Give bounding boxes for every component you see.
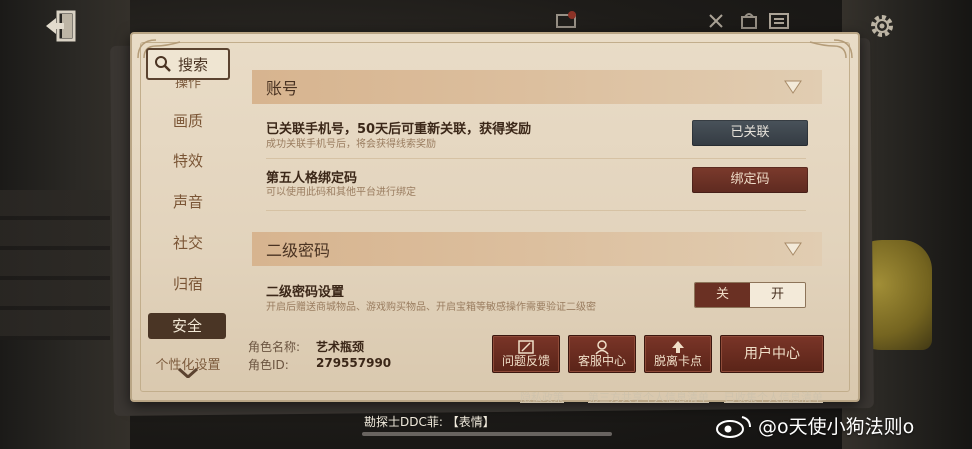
sidebar-item-sound[interactable]: 声音 bbox=[146, 189, 230, 215]
row-divider bbox=[266, 158, 806, 159]
chat-message[interactable]: 勘探士DDC菲: 【表情】 bbox=[364, 413, 495, 430]
exit-icon[interactable] bbox=[44, 8, 84, 46]
corner-ornament bbox=[809, 39, 853, 59]
secondary-password-toggle[interactable]: 关 开 bbox=[694, 282, 806, 308]
feedback-button[interactable]: 问题反馈 bbox=[492, 335, 560, 373]
close-icon[interactable] bbox=[705, 10, 727, 32]
section-title: 二级密码 bbox=[266, 241, 331, 260]
role-id-label: 角色ID: bbox=[248, 358, 289, 372]
search-button[interactable]: 搜索 bbox=[146, 48, 230, 80]
role-id-value: 279557990 bbox=[316, 356, 392, 370]
row-subtitle-bind-code: 可以使用此码和其他平台进行绑定 bbox=[266, 187, 416, 198]
sidebar-item-graphics[interactable]: 画质 bbox=[146, 108, 230, 134]
role-name-label: 角色名称: bbox=[248, 340, 301, 354]
watermark-text: @o天使小狗法则o bbox=[758, 416, 915, 438]
row-divider bbox=[266, 210, 806, 211]
section-header-secondary-password[interactable]: 二级密码 bbox=[252, 232, 822, 266]
toggle-on-option[interactable]: 开 bbox=[750, 283, 805, 307]
watermark: @o天使小狗法则o bbox=[714, 412, 914, 439]
gear-icon[interactable] bbox=[866, 10, 898, 42]
role-name-value: 艺术瓶颈 bbox=[316, 340, 365, 354]
chevron-down-icon[interactable] bbox=[176, 366, 200, 378]
sidebar-item-partial-top[interactable]: 操作 bbox=[146, 80, 230, 94]
user-center-button[interactable]: 用户中心 bbox=[720, 335, 824, 373]
search-label: 搜索 bbox=[178, 55, 209, 74]
chat-scroll-bar bbox=[362, 432, 612, 436]
bind-code-button[interactable]: 绑定码 bbox=[692, 167, 808, 193]
toggle-off-option[interactable]: 关 bbox=[695, 283, 750, 307]
menu-icon[interactable] bbox=[768, 10, 790, 32]
sidebar-item-effects[interactable]: 特效 bbox=[146, 148, 230, 174]
settings-sidebar: 搜索 操作 画质 特效 声音 社交 归宿 安全 个性化设置 bbox=[146, 48, 230, 378]
collapse-triangle-icon bbox=[784, 80, 802, 94]
linked-button[interactable]: 已关联 bbox=[692, 120, 808, 146]
sidebar-item-security[interactable]: 安全 bbox=[148, 313, 226, 339]
third-party-list-link[interactable]: 第三方共享个人信息清单 bbox=[588, 389, 709, 405]
settings-content: 账号 已关联手机号，50天后可重新关联，获得奖励 成功关联手机号后，将会获得线索… bbox=[252, 70, 822, 332]
shop-icon[interactable] bbox=[738, 10, 760, 32]
collapse-triangle-icon bbox=[784, 242, 802, 256]
weibo-logo-icon bbox=[716, 415, 751, 438]
row-subtitle-phone: 成功关联手机号后，将会获得线索奖励 bbox=[266, 139, 436, 150]
row-subtitle-secondary-password: 开启后赠送商城物品、游戏购买物品、开启宝箱等敏感操作需要验证二级密 bbox=[266, 302, 596, 313]
mail-icon[interactable] bbox=[555, 10, 577, 32]
unstuck-button[interactable]: 脱离卡点 bbox=[644, 335, 712, 373]
customer-service-button[interactable]: 客服中心 bbox=[568, 335, 636, 373]
role-info: 角色名称: 艺术瓶颈 角色ID: 279557990 bbox=[248, 336, 488, 376]
privacy-policy-link[interactable]: 隐私政策 bbox=[520, 389, 564, 405]
collected-info-link[interactable]: 已收集个人信息清单 bbox=[724, 389, 823, 405]
sidebar-item-home[interactable]: 归宿 bbox=[146, 271, 230, 297]
sidebar-item-social[interactable]: 社交 bbox=[146, 230, 230, 256]
background-shelf bbox=[0, 190, 110, 340]
section-title: 账号 bbox=[266, 79, 299, 98]
search-icon bbox=[155, 56, 171, 72]
section-header-account[interactable]: 账号 bbox=[252, 70, 822, 104]
